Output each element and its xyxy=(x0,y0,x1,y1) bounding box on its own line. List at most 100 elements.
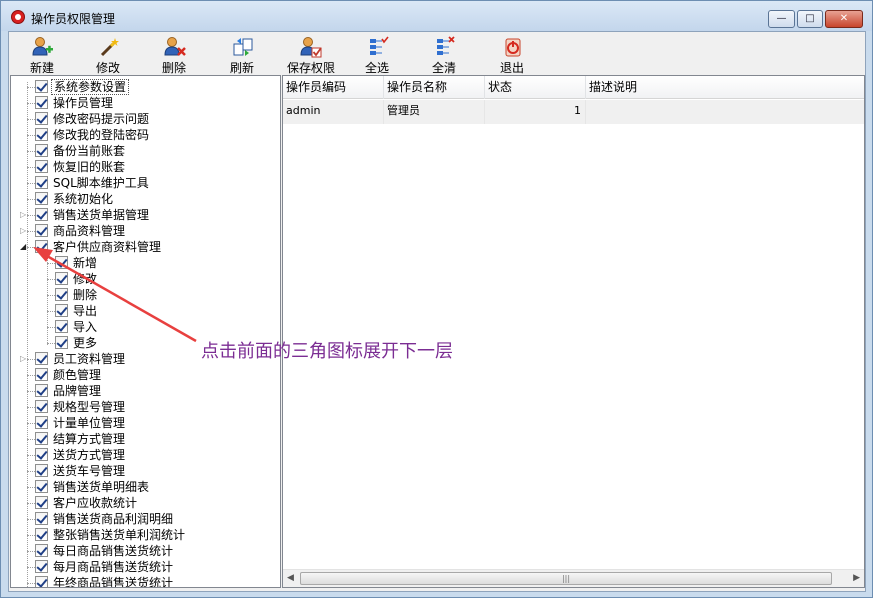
tree-child-item[interactable]: 导出 xyxy=(11,303,280,319)
permission-checkbox[interactable] xyxy=(35,176,48,189)
tree-item-label[interactable]: 修改密码提示问题 xyxy=(51,111,151,127)
column-header-description[interactable]: 描述说明 xyxy=(586,76,864,99)
tree-item-label[interactable]: 系统初始化 xyxy=(51,191,115,207)
tree-item[interactable]: 年终商品销售送货统计 xyxy=(11,575,280,587)
expand-triangle-icon[interactable]: ▷ xyxy=(20,354,30,364)
permission-checkbox[interactable] xyxy=(35,400,48,413)
tree-item[interactable]: 每日商品销售送货统计 xyxy=(11,543,280,559)
tree-item-label[interactable]: 系统参数设置 xyxy=(51,79,130,95)
tree-item-label[interactable]: 品牌管理 xyxy=(51,383,103,399)
tree-item-label[interactable]: 商品资料管理 xyxy=(51,223,127,239)
permission-checkbox[interactable] xyxy=(35,576,48,587)
tree-item[interactable]: 品牌管理 xyxy=(11,383,280,399)
tree-item-label[interactable]: 颜色管理 xyxy=(51,367,103,383)
scrollbar-thumb[interactable]: ||| xyxy=(300,572,832,585)
tree-item-label[interactable]: 结算方式管理 xyxy=(51,431,127,447)
permission-checkbox[interactable] xyxy=(35,112,48,125)
column-header-operator-name[interactable]: 操作员名称 xyxy=(384,76,485,99)
scroll-right-arrow-icon[interactable]: ▶ xyxy=(853,573,860,583)
tree-item[interactable]: 系统初始化 xyxy=(11,191,280,207)
operator-grid[interactable]: 操作员编码 操作员名称 状态 描述说明 admin 管理员 1 ◀ ||| ▶ xyxy=(282,75,865,588)
permission-checkbox[interactable] xyxy=(35,352,48,365)
cell-description[interactable] xyxy=(586,100,864,124)
tree-item-label[interactable]: 每月商品销售送货统计 xyxy=(51,559,175,575)
permission-checkbox[interactable] xyxy=(35,512,48,525)
permission-checkbox[interactable] xyxy=(35,368,48,381)
cell-status[interactable]: 1 xyxy=(485,100,586,124)
permission-checkbox[interactable] xyxy=(55,288,68,301)
tree-item-label[interactable]: 导出 xyxy=(71,303,99,319)
tree-item[interactable]: 每月商品销售送货统计 xyxy=(11,559,280,575)
tree-item[interactable]: 颜色管理 xyxy=(11,367,280,383)
scroll-left-arrow-icon[interactable]: ◀ xyxy=(287,573,294,583)
permission-checkbox[interactable] xyxy=(35,144,48,157)
tree-item-label[interactable]: 新增 xyxy=(71,255,99,271)
permission-checkbox[interactable] xyxy=(55,256,68,269)
column-header-operator-code[interactable]: 操作员编码 xyxy=(283,76,384,99)
tree-item[interactable]: 系统参数设置 xyxy=(11,79,280,95)
tree-item[interactable]: ▷ 销售送货单据管理 xyxy=(11,207,280,223)
tree-item[interactable]: 销售送货商品利润明细 xyxy=(11,511,280,527)
permission-checkbox[interactable] xyxy=(55,304,68,317)
horizontal-scrollbar[interactable]: ◀ ||| ▶ xyxy=(283,569,864,587)
tree-item[interactable]: 计量单位管理 xyxy=(11,415,280,431)
tree-item[interactable]: 销售送货单明细表 xyxy=(11,479,280,495)
cell-operator-name[interactable]: 管理员 xyxy=(384,100,485,124)
select-all-button[interactable]: 全选 xyxy=(352,34,402,75)
table-row[interactable]: admin 管理员 1 xyxy=(283,100,864,124)
tree-child-item[interactable]: 新增 xyxy=(11,255,280,271)
permission-checkbox[interactable] xyxy=(35,192,48,205)
tree-item[interactable]: 修改密码提示问题 xyxy=(11,111,280,127)
new-button[interactable]: 新建 xyxy=(17,34,67,75)
tree-item[interactable]: SQL脚本维护工具 xyxy=(11,175,280,191)
clear-all-button[interactable]: 全清 xyxy=(419,34,469,75)
permission-checkbox[interactable] xyxy=(35,464,48,477)
minimize-button[interactable]: — xyxy=(768,10,795,28)
tree-item[interactable]: ▷ 商品资料管理 xyxy=(11,223,280,239)
tree-item-label[interactable]: 送货方式管理 xyxy=(51,447,127,463)
permission-checkbox[interactable] xyxy=(35,544,48,557)
tree-item[interactable]: 规格型号管理 xyxy=(11,399,280,415)
tree-item-label[interactable]: 操作员管理 xyxy=(51,95,115,111)
tree-child-item[interactable]: 导入 xyxy=(11,319,280,335)
collapse-triangle-icon[interactable]: ◢ xyxy=(20,242,30,252)
permission-checkbox[interactable] xyxy=(55,320,68,333)
tree-item-label[interactable]: 备份当前账套 xyxy=(51,143,127,159)
permission-checkbox[interactable] xyxy=(35,80,48,93)
tree-item-label[interactable]: 员工资料管理 xyxy=(51,351,127,367)
expand-triangle-icon[interactable]: ▷ xyxy=(20,210,30,220)
tree-item-label[interactable]: 删除 xyxy=(71,287,99,303)
tree-item[interactable]: 结算方式管理 xyxy=(11,431,280,447)
expand-triangle-icon[interactable]: ▷ xyxy=(20,226,30,236)
tree-item-label[interactable]: 修改我的登陆密码 xyxy=(51,127,151,143)
tree-item-label[interactable]: 年终商品销售送货统计 xyxy=(51,575,175,587)
permission-checkbox[interactable] xyxy=(35,448,48,461)
tree-item-label[interactable]: 计量单位管理 xyxy=(51,415,127,431)
tree-item-label[interactable]: 恢复旧的账套 xyxy=(51,159,127,175)
permission-checkbox[interactable] xyxy=(35,496,48,509)
tree-item-label[interactable]: SQL脚本维护工具 xyxy=(51,175,151,191)
tree-item[interactable]: 客户应收款统计 xyxy=(11,495,280,511)
tree-item-label[interactable]: 送货车号管理 xyxy=(51,463,127,479)
delete-button[interactable]: 删除 xyxy=(149,34,199,75)
permission-checkbox[interactable] xyxy=(35,432,48,445)
permission-checkbox[interactable] xyxy=(35,384,48,397)
tree-item-label[interactable]: 整张销售送货单利润统计 xyxy=(51,527,187,543)
tree-item[interactable]: 送货车号管理 xyxy=(11,463,280,479)
permission-checkbox[interactable] xyxy=(55,272,68,285)
tree-item-label[interactable]: 客户供应商资料管理 xyxy=(51,239,163,255)
permission-checkbox[interactable] xyxy=(35,128,48,141)
refresh-button[interactable]: 刷新 xyxy=(217,34,267,75)
permission-checkbox[interactable] xyxy=(35,96,48,109)
permission-checkbox[interactable] xyxy=(35,160,48,173)
tree-item[interactable]: 备份当前账套 xyxy=(11,143,280,159)
title-bar[interactable]: 操作员权限管理 — □ ✕ xyxy=(1,1,872,31)
tree-item[interactable]: 整张销售送货单利润统计 xyxy=(11,527,280,543)
exit-button[interactable]: 退出 xyxy=(487,34,537,75)
permission-checkbox[interactable] xyxy=(35,224,48,237)
tree-item-label[interactable]: 客户应收款统计 xyxy=(51,495,139,511)
permission-checkbox[interactable] xyxy=(55,336,68,349)
close-button[interactable]: ✕ xyxy=(825,10,863,28)
tree-child-item[interactable]: 删除 xyxy=(11,287,280,303)
tree-item[interactable]: 修改我的登陆密码 xyxy=(11,127,280,143)
